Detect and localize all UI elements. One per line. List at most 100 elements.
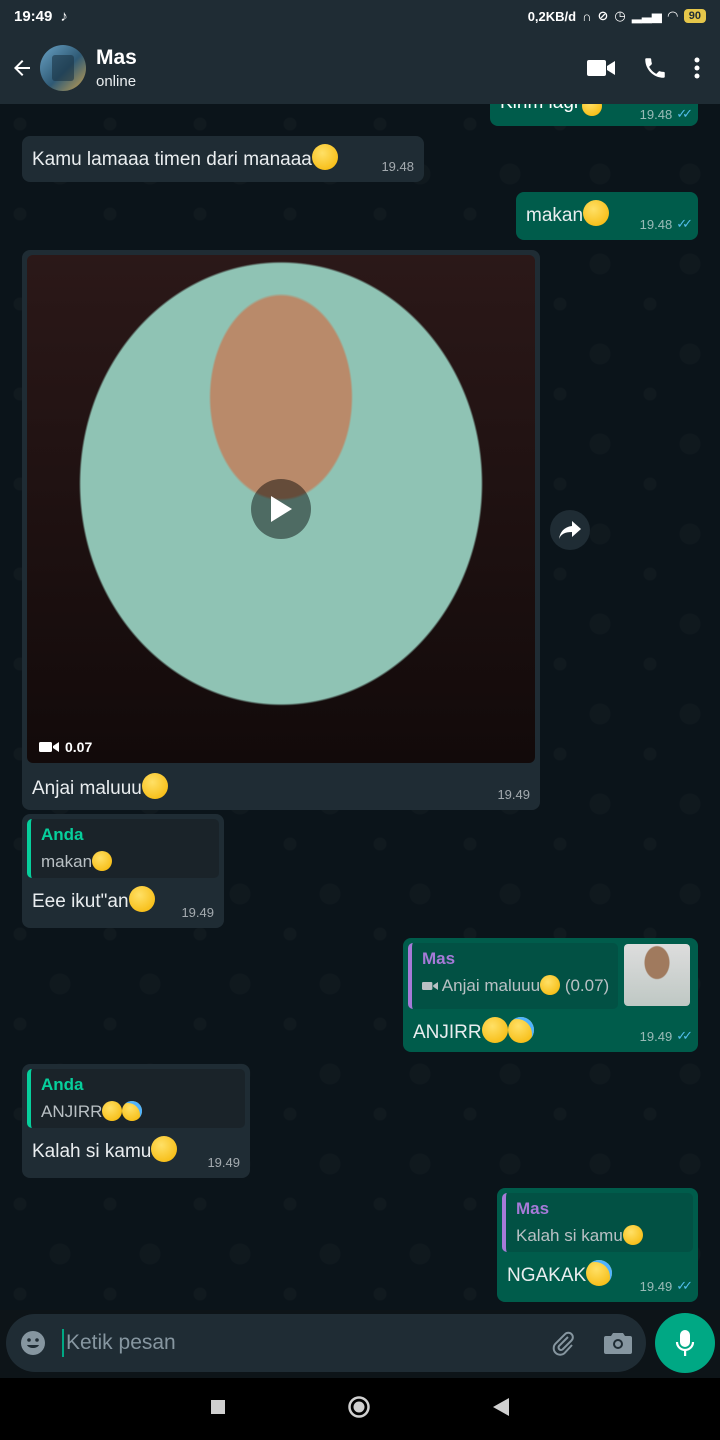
zany-emoji-icon — [102, 1101, 123, 1121]
quote-text: makan — [41, 852, 93, 871]
emoji-icon[interactable] — [20, 1330, 46, 1356]
message-text: Kalah si kamu — [32, 1141, 152, 1162]
reply-message-bubble[interactable]: Anda makan Eee ikut"an 19.49 — [22, 814, 224, 928]
laughing-emoji-icon — [151, 1136, 178, 1162]
message-time: 19.48 — [639, 106, 673, 122]
video-caption: Anjai maluuu — [32, 778, 142, 799]
play-icon — [271, 496, 292, 522]
more-vert-icon — [694, 57, 700, 79]
crying-emoji-icon — [586, 1260, 613, 1286]
quote-text: Kalah si kamu — [516, 1226, 623, 1245]
read-ticks-icon: ✓✓ — [676, 216, 693, 231]
message-text: NGAKAK — [507, 1265, 587, 1286]
message-composer: Ketik pesan — [0, 1310, 720, 1378]
quote-text: Anjai maluuu — [441, 976, 541, 995]
quoted-video-thumbnail — [624, 944, 690, 1006]
phone-icon — [645, 58, 665, 78]
quote-author: Anda — [41, 1075, 84, 1094]
quote-author: Anda — [41, 825, 84, 844]
smile-emoji-icon — [540, 975, 561, 995]
video-camera-icon — [422, 982, 438, 990]
laughing-emoji-icon — [622, 1225, 643, 1245]
read-ticks-icon: ✓✓ — [676, 106, 693, 121]
message-placeholder: Ketik pesan — [62, 1329, 176, 1357]
smile-emoji-icon — [311, 144, 338, 170]
tiktok-icon: ♪ — [60, 7, 68, 25]
video-call-button[interactable] — [586, 57, 616, 79]
quote-author: Mas — [422, 949, 456, 968]
quoted-message[interactable]: Anda ANJIRR — [27, 1069, 245, 1128]
zany-emoji-icon — [481, 1017, 508, 1043]
status-time: 19:49 — [14, 7, 53, 25]
message-text: Kamu lamaaa timen dari manaaa — [32, 149, 312, 170]
quoted-message[interactable]: Mas Anjai maluuu (0.07) — [408, 943, 618, 1009]
forward-button[interactable] — [550, 510, 590, 550]
voice-record-button[interactable] — [655, 1313, 715, 1373]
back-button[interactable] — [6, 48, 38, 88]
video-call-icon — [587, 60, 615, 76]
system-navigation-bar — [0, 1378, 720, 1440]
crying-emoji-icon — [507, 1017, 534, 1043]
message-bubble[interactable]: Kamu lamaaa timen dari manaaa 19.48 — [22, 136, 424, 182]
message-list[interactable]: Kirim lagi 19.48✓✓ Kamu lamaaa timen dar… — [0, 104, 720, 1310]
reply-message-bubble[interactable]: Anda ANJIRR Kalah si kamu 19.49 — [22, 1064, 250, 1178]
message-time: 19.49 — [639, 1028, 673, 1044]
message-text: Eee ikut"an — [32, 891, 129, 912]
camera-icon[interactable] — [604, 1331, 632, 1355]
read-ticks-icon: ✓✓ — [676, 1028, 693, 1043]
video-thumbnail[interactable]: 0.07 — [27, 255, 535, 763]
message-bubble[interactable]: makan 19.48 ✓✓ — [516, 192, 698, 240]
quoted-message[interactable]: Mas Kalah si kamu — [502, 1193, 693, 1252]
attach-icon[interactable] — [550, 1330, 576, 1356]
contact-info[interactable]: Mas online — [96, 46, 137, 90]
contact-status: online — [96, 73, 137, 90]
smile-emoji-icon — [141, 773, 168, 799]
message-time: 19.48 — [639, 216, 673, 232]
more-options-button[interactable] — [694, 56, 700, 80]
reply-message-bubble[interactable]: Mas Kalah si kamu NGAKAK 19.49 ✓✓ — [497, 1188, 698, 1302]
battery-level: 90 — [683, 9, 706, 23]
network-speed: 0,2KB/d — [527, 8, 577, 24]
laughing-emoji-icon — [92, 851, 113, 871]
message-text: Kirim lagi — [500, 104, 578, 113]
message-time: 19.49 — [207, 1155, 240, 1170]
message-input[interactable]: Ketik pesan — [6, 1314, 646, 1372]
chat-header: Mas online — [0, 32, 720, 104]
play-button[interactable] — [251, 479, 311, 539]
contact-avatar[interactable] — [40, 45, 86, 91]
back-arrow-icon — [14, 60, 30, 76]
recent-apps-button[interactable] — [211, 1399, 225, 1419]
reply-message-bubble[interactable]: Mas Anjai maluuu (0.07) ANJIRR 19.49 ✓✓ — [403, 938, 698, 1052]
video-camera-icon — [39, 742, 59, 752]
message-bubble[interactable]: Kirim lagi 19.48✓✓ — [490, 104, 698, 126]
video-duration: 0.07 — [65, 739, 93, 755]
voice-call-button[interactable] — [642, 55, 668, 81]
signal-icon: ▂▃▅ — [631, 8, 662, 23]
message-time: 19.49 — [639, 1278, 673, 1294]
home-button[interactable] — [347, 1395, 371, 1424]
quote-text: ANJIRR — [41, 1102, 103, 1121]
contact-name: Mas — [96, 46, 137, 69]
mic-icon — [675, 1330, 695, 1356]
quote-author: Mas — [516, 1199, 550, 1218]
read-ticks-icon: ✓✓ — [676, 1278, 693, 1293]
message-time: 19.49 — [181, 905, 214, 920]
wifi-icon: ◠ — [667, 8, 678, 23]
video-message-bubble[interactable]: 0.07 Anjai maluuu 19.49 — [22, 250, 540, 810]
mute-icon: ⊘ — [597, 8, 609, 23]
status-bar: 19:49 ♪ 0,2KB/d ∩ ⊘ ◷ ▂▃▅ ◠ 90 — [0, 0, 720, 32]
message-time: 19.49 — [497, 787, 530, 802]
circle-icon — [348, 1395, 370, 1418]
headphones-icon: ∩ — [582, 8, 592, 24]
laughing-emoji-icon — [582, 104, 603, 116]
quoted-message[interactable]: Anda makan — [27, 819, 219, 878]
message-text: makan — [526, 205, 584, 226]
share-icon — [559, 521, 581, 539]
triangle-back-icon — [493, 1397, 509, 1416]
laughing-emoji-icon — [583, 200, 610, 226]
message-time: 19.48 — [381, 159, 414, 174]
alarm-icon: ◷ — [614, 8, 626, 23]
nav-back-button[interactable] — [493, 1397, 509, 1421]
zany-emoji-icon — [128, 886, 155, 912]
message-text: ANJIRR — [413, 1022, 482, 1043]
